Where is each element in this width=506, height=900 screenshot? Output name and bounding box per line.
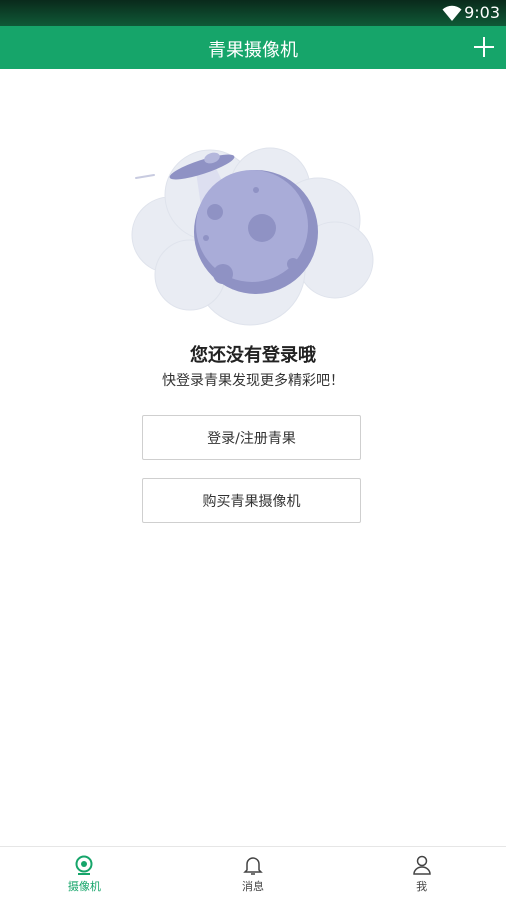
status-bar: 9:03: [0, 0, 506, 26]
tab-camera-label: 摄像机: [67, 879, 101, 893]
add-icon[interactable]: [472, 35, 496, 59]
page-title: 青果摄像机: [208, 40, 298, 61]
empty-state-title: 您还没有登录哦: [190, 345, 316, 366]
login-register-button[interactable]: 登录/注册青果: [142, 415, 361, 460]
status-time: 9:03: [464, 3, 500, 22]
tab-me-label: 我: [416, 879, 428, 893]
tab-messages-label: 消息: [242, 879, 264, 893]
app-bar: 青果摄像机: [0, 26, 506, 69]
tab-me[interactable]: 我: [337, 847, 506, 900]
bell-icon: [243, 856, 263, 875]
camera-icon: [75, 855, 93, 875]
moon-ufo-illustration: [131, 147, 374, 326]
tab-messages[interactable]: 消息: [169, 847, 338, 900]
buy-camera-button[interactable]: 购买青果摄像机: [142, 478, 361, 523]
empty-state-subtitle: 快登录青果发现更多精彩吧！: [162, 373, 344, 389]
tab-camera[interactable]: 摄像机: [0, 847, 169, 900]
bottom-tab-bar: 摄像机 消息 我: [0, 846, 506, 900]
wifi-icon: [442, 5, 462, 21]
user-icon: [412, 855, 431, 875]
